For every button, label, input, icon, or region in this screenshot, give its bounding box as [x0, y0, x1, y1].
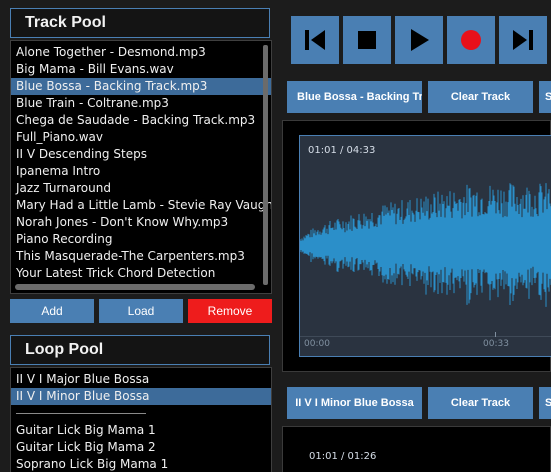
record-button[interactable]: [447, 16, 495, 64]
player1-track-button[interactable]: Blue Bossa - Backing Track.mp3: [287, 81, 422, 113]
play-icon: [411, 29, 429, 51]
track-list-item[interactable]: Ipanema Intro: [11, 163, 271, 180]
loop-list-item[interactable]: Guitar Lick Big Mama 1: [11, 422, 271, 439]
track-list-item[interactable]: Alone Together - Desmond.mp3: [11, 44, 271, 61]
player1-clear-track-button[interactable]: Clear Track: [428, 81, 533, 113]
player2-track-button[interactable]: II V I Minor Blue Bossa: [287, 387, 422, 419]
player1-waveform-graphic: [300, 183, 551, 307]
player1-timeline: [300, 336, 551, 337]
loop-list-item[interactable]: II V I Minor Blue Bossa: [11, 388, 271, 405]
load-track-button[interactable]: Load: [99, 299, 183, 323]
skip-forward-button[interactable]: [499, 16, 547, 64]
track-list-item[interactable]: Mary Had a Little Lamb - Stevie Ray Vaug…: [11, 197, 271, 214]
track-list-item[interactable]: Your Latest Trick Chord Detection: [11, 265, 271, 282]
track-list-item[interactable]: This Masquerade-The Carpenters.mp3: [11, 248, 271, 265]
loop-list-item[interactable]: Guitar Lick Big Mama 2: [11, 439, 271, 456]
skip-back-button[interactable]: [291, 16, 339, 64]
skip-forward-icon: [513, 30, 533, 50]
player2-waveform-frame: 01:01 / 01:26: [282, 426, 551, 472]
loop-pool-list[interactable]: II V I Major Blue Bossa II V I Minor Blue…: [10, 367, 272, 472]
track-list-hscrollbar[interactable]: [15, 284, 255, 290]
loop-list-item[interactable]: Soprano Lick Big Mama 1: [11, 456, 271, 472]
player1-waveform[interactable]: 01:01 / 04:33 00:00 00:33: [299, 135, 551, 357]
player1-tick: [495, 332, 496, 337]
player2-clear-track-button[interactable]: Clear Track: [428, 387, 533, 419]
player1-axis-start: 00:00: [304, 339, 330, 349]
player2-time-readout: 01:01 / 01:26: [309, 451, 377, 462]
track-list-item[interactable]: Blue Bossa - Backing Track.mp3: [11, 78, 271, 95]
skip-back-icon: [305, 30, 325, 50]
player1-extra-button[interactable]: S: [539, 81, 551, 113]
player1-time-readout: 01:01 / 04:33: [308, 145, 376, 156]
stop-button[interactable]: [343, 16, 391, 64]
app-window: Track Pool Alone Together - Desmond.mp3 B…: [0, 0, 551, 472]
add-track-button[interactable]: Add: [10, 299, 94, 323]
track-list-item[interactable]: Norah Jones - Don't Know Why.mp3: [11, 214, 271, 231]
player1-axis-mark: 00:33: [483, 339, 509, 349]
player1-waveform-frame: 01:01 / 04:33 00:00 00:33: [282, 120, 551, 372]
track-list-item[interactable]: Jazz Turnaround: [11, 180, 271, 197]
track-list-vscrollbar[interactable]: [263, 45, 268, 285]
loop-list-separator: [16, 413, 146, 414]
remove-track-button[interactable]: Remove: [188, 299, 272, 323]
track-list-item[interactable]: Full_Piano.wav: [11, 129, 271, 146]
loop-pool-title: Loop Pool: [10, 335, 270, 365]
track-pool-list[interactable]: Alone Together - Desmond.mp3 Big Mama - B…: [10, 40, 272, 294]
track-list-item[interactable]: Blue Train - Coltrane.mp3: [11, 95, 271, 112]
player2-extra-button[interactable]: S: [539, 387, 551, 419]
stop-icon: [358, 31, 376, 49]
loop-list-item[interactable]: II V I Major Blue Bossa: [11, 371, 271, 388]
track-pool-title: Track Pool: [10, 8, 270, 38]
track-list-item[interactable]: Chega de Saudade - Backing Track.mp3: [11, 112, 271, 129]
track-list-item[interactable]: II V Descending Steps: [11, 146, 271, 163]
track-list-item[interactable]: Piano Recording: [11, 231, 271, 248]
play-button[interactable]: [395, 16, 443, 64]
record-icon: [461, 30, 481, 50]
track-list-item[interactable]: Big Mama - Bill Evans.wav: [11, 61, 271, 78]
